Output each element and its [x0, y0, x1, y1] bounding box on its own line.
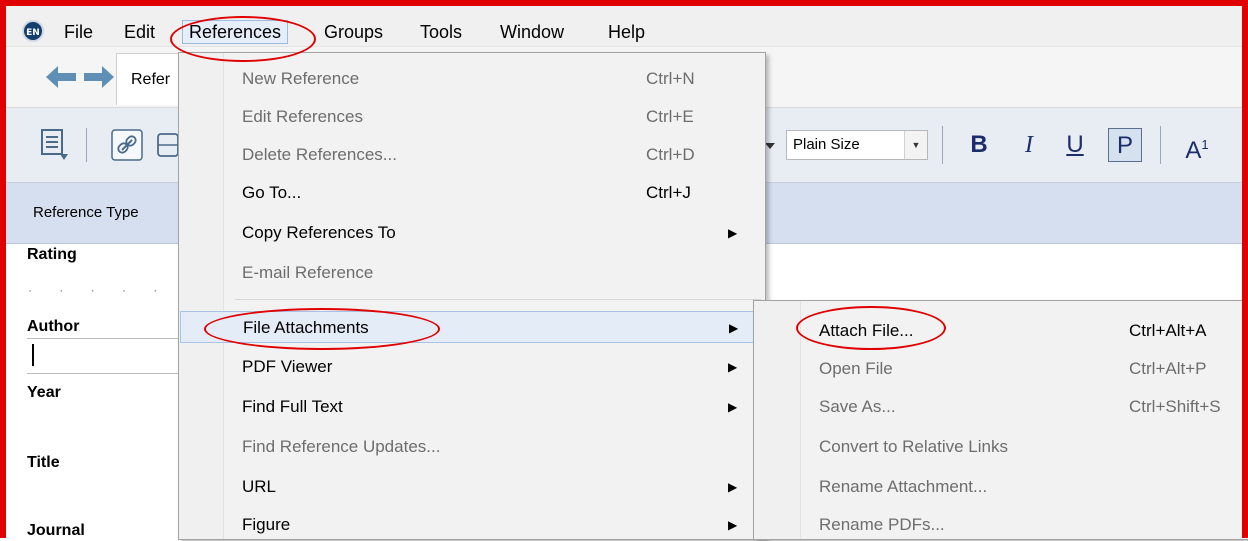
rating-label: Rating — [27, 246, 77, 263]
title-label: Title — [27, 454, 60, 471]
menu-item-shortcut: Ctrl+Alt+P — [1129, 359, 1207, 378]
menu-item-label: Go To... — [242, 183, 302, 202]
menu-item-label: URL — [242, 477, 277, 496]
endnote-app-icon[interactable]: EN — [22, 20, 44, 42]
menu-item-find-full-text[interactable]: Find Full Text ▶ — [180, 391, 764, 423]
menu-item-pdf-viewer[interactable]: PDF Viewer ▶ — [180, 351, 764, 383]
submenu-arrow-icon: ▶ — [729, 321, 739, 335]
menu-item-shortcut: Ctrl+D — [646, 145, 695, 164]
menu-item-label: Edit References — [242, 107, 363, 126]
menu-item-label: Find Reference Updates... — [242, 437, 441, 456]
menu-item-shortcut: Ctrl+N — [646, 69, 695, 88]
toolbar-divider — [86, 128, 87, 162]
menu-item-label: Rename PDFs... — [819, 515, 945, 534]
insert-citation-icon[interactable] — [40, 128, 70, 164]
menu-groups[interactable]: Groups — [318, 21, 389, 43]
back-arrow-icon[interactable] — [44, 64, 78, 90]
menu-item-label: New Reference — [242, 69, 360, 88]
menu-help[interactable]: Help — [602, 21, 651, 43]
menu-item-label: Open File — [819, 359, 893, 378]
italic-button[interactable]: I — [1012, 128, 1046, 162]
superscript-letter: A — [1185, 137, 1202, 164]
menu-edit[interactable]: Edit — [118, 21, 161, 43]
forward-arrow-icon[interactable] — [82, 64, 116, 90]
menu-separator — [235, 299, 761, 300]
menu-item-label: Convert to Relative Links — [819, 437, 1008, 456]
menu-item-shortcut: Ctrl+J — [646, 183, 691, 202]
menu-item-delete-references[interactable]: Delete References... Ctrl+D — [180, 139, 764, 171]
menu-file[interactable]: File — [58, 21, 99, 43]
table-icon[interactable] — [156, 128, 180, 162]
superscript-button[interactable]: A1 — [1180, 128, 1214, 164]
rating-stars[interactable]: · · · · · — [28, 283, 169, 297]
toolbar-divider — [942, 126, 943, 164]
annotation-ellipse-references — [170, 16, 316, 62]
menu-item-shortcut: Ctrl+Shift+S — [1129, 397, 1221, 416]
menu-item-label: Figure — [242, 515, 291, 534]
text-caret — [32, 344, 34, 366]
submenu-arrow-icon: ▶ — [728, 400, 738, 414]
author-field[interactable] — [27, 338, 187, 374]
menu-item-label: Copy References To — [242, 223, 396, 242]
annotation-ellipse-file-attachments — [204, 308, 440, 350]
menu-item-label: PDF Viewer — [242, 357, 333, 376]
menu-item-open-file[interactable]: Open File Ctrl+Alt+P — [755, 353, 1248, 385]
annotation-ellipse-attach-file — [796, 306, 946, 350]
menu-item-find-reference-updates[interactable]: Find Reference Updates... — [180, 431, 764, 463]
menu-item-copy-references-to[interactable]: Copy References To ▶ — [180, 217, 764, 249]
references-menu: New Reference Ctrl+N Edit References Ctr… — [178, 52, 766, 540]
menu-item-figure[interactable]: Figure ▶ — [180, 509, 764, 541]
menu-item-convert-relative-links[interactable]: Convert to Relative Links — [755, 431, 1248, 463]
menu-item-shortcut: Ctrl+E — [646, 107, 694, 126]
menu-item-new-reference[interactable]: New Reference Ctrl+N — [180, 63, 764, 95]
submenu-arrow-icon: ▶ — [728, 480, 738, 494]
plain-button[interactable]: P — [1108, 128, 1142, 162]
menu-item-shortcut: Ctrl+Alt+A — [1129, 321, 1207, 340]
author-label: Author — [27, 318, 80, 335]
bold-button[interactable]: B — [962, 128, 996, 162]
menu-item-label: Save As... — [819, 397, 896, 416]
menu-item-edit-references[interactable]: Edit References Ctrl+E — [180, 101, 764, 133]
toolbar-divider — [1160, 126, 1161, 164]
underline-button[interactable]: U — [1058, 128, 1092, 162]
reference-type-label: Reference Type — [33, 204, 139, 221]
menu-item-rename-attachment[interactable]: Rename Attachment... — [755, 471, 1248, 503]
year-label: Year — [27, 384, 61, 401]
font-size-select[interactable]: Plain Size ▼ — [786, 130, 928, 160]
menu-item-label: Find Full Text — [242, 397, 343, 416]
menu-window[interactable]: Window — [494, 21, 570, 43]
menu-item-label: Rename Attachment... — [819, 477, 988, 496]
journal-label: Journal — [27, 522, 85, 539]
submenu-arrow-icon: ▶ — [728, 360, 738, 374]
submenu-arrow-icon: ▶ — [728, 518, 738, 532]
chevron-down-icon: ▼ — [904, 131, 927, 159]
menu-item-label: E-mail Reference — [242, 263, 374, 282]
menu-item-url[interactable]: URL ▶ — [180, 471, 764, 503]
submenu-arrow-icon: ▶ — [728, 226, 738, 240]
menu-item-rename-pdfs[interactable]: Rename PDFs... — [755, 509, 1248, 541]
font-size-value: Plain Size — [793, 136, 860, 153]
menu-item-email-reference[interactable]: E-mail Reference — [180, 257, 764, 289]
menu-tools[interactable]: Tools — [414, 21, 468, 43]
link-icon[interactable] — [110, 128, 144, 162]
superscript-mark: 1 — [1201, 137, 1209, 152]
menu-item-save-as[interactable]: Save As... Ctrl+Shift+S — [755, 391, 1248, 423]
menu-item-go-to[interactable]: Go To... Ctrl+J — [180, 177, 764, 209]
menu-item-label: Delete References... — [242, 145, 397, 164]
